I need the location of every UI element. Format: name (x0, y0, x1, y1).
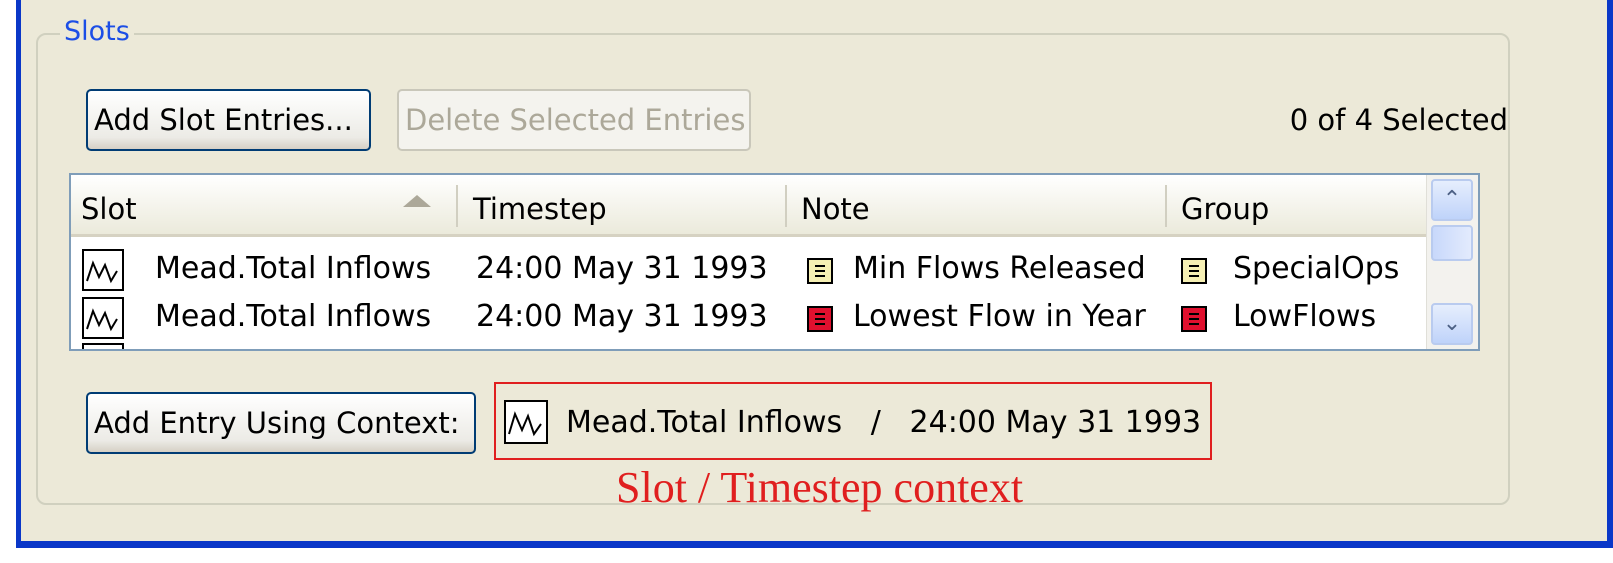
sort-ascending-icon (403, 195, 431, 207)
column-label: Group (1181, 192, 1270, 226)
add-slot-entries-button[interactable]: Add Slot Entries... (86, 89, 371, 151)
timeseries-slot-icon (82, 297, 124, 339)
slot-timestep-context: Mead.Total Inflows / 24:00 May 31 1993 (494, 382, 1212, 460)
note-icon (807, 258, 833, 284)
slots-table[interactable]: Slot Timestep Note Group Mead.Total Infl… (69, 173, 1480, 351)
note-cell: Min Flows Released (853, 251, 1146, 286)
delete-selected-entries-button[interactable]: Delete Selected Entries (397, 89, 751, 151)
column-divider[interactable] (1165, 185, 1167, 227)
timestep-cell: 24:00 May 31 1993 (476, 299, 768, 334)
table-row[interactable]: Mead.Total Inflows 24:00 May 31 1993 Low… (71, 293, 1427, 341)
column-divider[interactable] (785, 185, 787, 227)
column-label: Timestep (473, 192, 607, 226)
group-cell: LowFlows (1233, 299, 1377, 334)
group-cell: SpecialOps (1233, 251, 1400, 286)
slot-cell: Mead.Total Inflows (155, 251, 432, 286)
column-divider[interactable] (456, 185, 458, 227)
partial-row-icon (82, 343, 124, 349)
note-cell: Lowest Flow in Year (853, 299, 1146, 334)
context-timestep: 24:00 May 31 1993 (909, 405, 1202, 440)
group-title: Slots (60, 14, 134, 50)
group-icon (1181, 258, 1207, 284)
timeseries-slot-icon (504, 400, 548, 444)
annotation-label: Slot / Timestep context (616, 463, 1024, 512)
timestep-cell: 24:00 May 31 1993 (476, 251, 768, 286)
vertical-scrollbar[interactable]: ⌃ ⌄ (1426, 175, 1478, 349)
scroll-thumb[interactable] (1431, 225, 1473, 261)
slot-cell: Mead.Total Inflows (155, 299, 432, 334)
column-label: Note (801, 192, 870, 226)
column-header-slot[interactable]: Slot (71, 175, 456, 234)
column-header-timestep[interactable]: Timestep (463, 175, 785, 234)
scroll-down-icon[interactable]: ⌄ (1431, 303, 1473, 345)
context-separator: / (870, 405, 881, 440)
context-text: Mead.Total Inflows / 24:00 May 31 1993 (566, 384, 1201, 462)
selection-count: 0 of 4 Selected (1289, 103, 1508, 137)
column-header-group[interactable]: Group (1171, 175, 1427, 234)
column-header-note[interactable]: Note (791, 175, 1164, 234)
note-icon (807, 306, 833, 332)
scroll-up-icon[interactable]: ⌃ (1431, 179, 1473, 221)
context-slot: Mead.Total Inflows (566, 405, 843, 440)
timeseries-slot-icon (82, 249, 124, 291)
table-row[interactable]: Mead.Total Inflows 24:00 May 31 1993 Min… (71, 245, 1427, 293)
column-label: Slot (81, 192, 137, 226)
add-entry-using-context-button[interactable]: Add Entry Using Context: (86, 392, 476, 454)
table-header: Slot Timestep Note Group (71, 175, 1427, 237)
group-icon (1181, 306, 1207, 332)
